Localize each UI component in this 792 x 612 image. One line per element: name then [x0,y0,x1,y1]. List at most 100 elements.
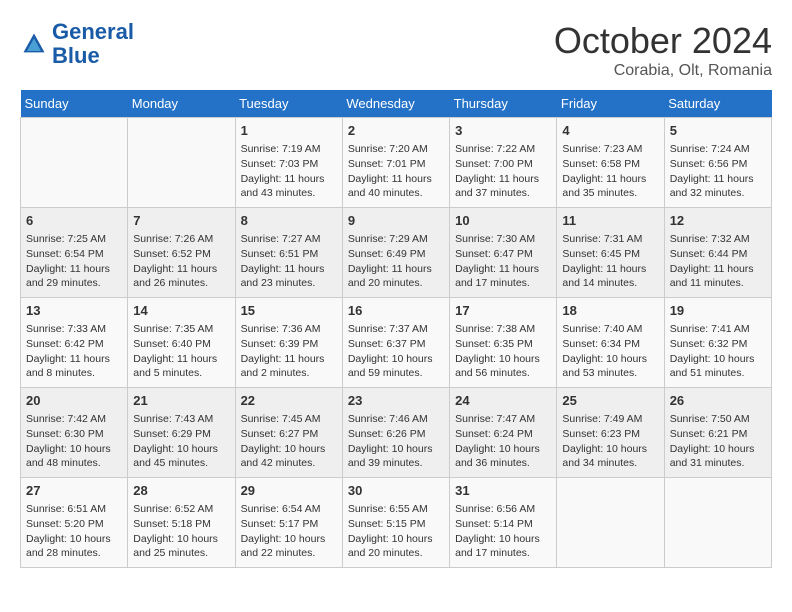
day-number: 9 [348,212,444,230]
cell-content: Sunrise: 7:25 AM Sunset: 6:54 PM Dayligh… [26,232,122,291]
day-number: 8 [241,212,337,230]
calendar-cell: 27 Sunrise: 6:51 AM Sunset: 5:20 PM Dayli… [21,478,128,568]
page-header: General Blue October 2024 Corabia, Olt, … [20,20,772,80]
day-number: 3 [455,122,551,140]
cell-content: Sunrise: 7:23 AM Sunset: 6:58 PM Dayligh… [562,142,658,201]
weekday-header: Tuesday [235,90,342,118]
calendar-week-row: 1 Sunrise: 7:19 AM Sunset: 7:03 PM Daylig… [21,118,772,208]
day-number: 27 [26,482,122,500]
logo: General Blue [20,20,134,68]
calendar-cell: 9 Sunrise: 7:29 AM Sunset: 6:49 PM Daylig… [342,208,449,298]
weekday-header: Wednesday [342,90,449,118]
cell-content: Sunrise: 7:42 AM Sunset: 6:30 PM Dayligh… [26,412,122,471]
calendar-cell: 24Sunrise: 7:47 AM Sunset: 6:24 PM Dayli… [450,388,557,478]
calendar-cell: 18 Sunrise: 7:40 AM Sunset: 6:34 PM Dayli… [557,298,664,388]
calendar-cell: 3Sunrise: 7:22 AM Sunset: 7:00 PM Daylig… [450,118,557,208]
weekday-header: Monday [128,90,235,118]
day-number: 1 [241,122,337,140]
weekday-header: Saturday [664,90,771,118]
day-number: 19 [670,302,766,320]
cell-content: Sunrise: 7:33 AM Sunset: 6:42 PM Dayligh… [26,322,122,381]
cell-content: Sunrise: 7:24 AM Sunset: 6:56 PM Dayligh… [670,142,766,201]
cell-content: Sunrise: 6:54 AM Sunset: 5:17 PM Dayligh… [241,502,337,561]
calendar-week-row: 20Sunrise: 7:42 AM Sunset: 6:30 PM Dayli… [21,388,772,478]
cell-content: Sunrise: 7:45 AM Sunset: 6:27 PM Dayligh… [241,412,337,471]
calendar-cell: 7Sunrise: 7:26 AM Sunset: 6:52 PM Daylig… [128,208,235,298]
calendar-cell: 1 Sunrise: 7:19 AM Sunset: 7:03 PM Daylig… [235,118,342,208]
cell-content: Sunrise: 6:56 AM Sunset: 5:14 PM Dayligh… [455,502,551,561]
cell-content: Sunrise: 7:20 AM Sunset: 7:01 PM Dayligh… [348,142,444,201]
cell-content: Sunrise: 7:46 AM Sunset: 6:26 PM Dayligh… [348,412,444,471]
day-number: 21 [133,392,229,410]
cell-content: Sunrise: 6:52 AM Sunset: 5:18 PM Dayligh… [133,502,229,561]
calendar-cell: 11Sunrise: 7:31 AM Sunset: 6:45 PM Dayli… [557,208,664,298]
calendar-cell: 29 Sunrise: 6:54 AM Sunset: 5:17 PM Dayli… [235,478,342,568]
calendar-cell: 10 Sunrise: 7:30 AM Sunset: 6:47 PM Dayli… [450,208,557,298]
calendar-cell [557,478,664,568]
cell-content: Sunrise: 7:29 AM Sunset: 6:49 PM Dayligh… [348,232,444,291]
cell-content: Sunrise: 7:37 AM Sunset: 6:37 PM Dayligh… [348,322,444,381]
day-number: 29 [241,482,337,500]
cell-content: Sunrise: 6:51 AM Sunset: 5:20 PM Dayligh… [26,502,122,561]
cell-content: Sunrise: 7:40 AM Sunset: 6:34 PM Dayligh… [562,322,658,381]
calendar-week-row: 6Sunrise: 7:25 AM Sunset: 6:54 PM Daylig… [21,208,772,298]
logo-text: General Blue [52,20,134,68]
weekday-header: Sunday [21,90,128,118]
calendar-cell: 16 Sunrise: 7:37 AM Sunset: 6:37 PM Dayli… [342,298,449,388]
calendar-cell: 20Sunrise: 7:42 AM Sunset: 6:30 PM Dayli… [21,388,128,478]
calendar-cell: 23 Sunrise: 7:46 AM Sunset: 6:26 PM Dayli… [342,388,449,478]
day-number: 30 [348,482,444,500]
calendar-cell: 15 Sunrise: 7:36 AM Sunset: 6:39 PM Dayli… [235,298,342,388]
calendar-cell: 13 Sunrise: 7:33 AM Sunset: 6:42 PM Dayli… [21,298,128,388]
cell-content: Sunrise: 7:27 AM Sunset: 6:51 PM Dayligh… [241,232,337,291]
calendar-cell: 30 Sunrise: 6:55 AM Sunset: 5:15 PM Dayli… [342,478,449,568]
cell-content: Sunrise: 7:38 AM Sunset: 6:35 PM Dayligh… [455,322,551,381]
day-number: 16 [348,302,444,320]
title-block: October 2024 Corabia, Olt, Romania [554,20,772,80]
calendar-cell: 31 Sunrise: 6:56 AM Sunset: 5:14 PM Dayli… [450,478,557,568]
cell-content: Sunrise: 7:30 AM Sunset: 6:47 PM Dayligh… [455,232,551,291]
calendar-cell [664,478,771,568]
month-title: October 2024 [554,20,772,62]
calendar-cell: 14 Sunrise: 7:35 AM Sunset: 6:40 PM Dayli… [128,298,235,388]
calendar-cell: 19Sunrise: 7:41 AM Sunset: 6:32 PM Dayli… [664,298,771,388]
header-row: SundayMondayTuesdayWednesdayThursdayFrid… [21,90,772,118]
day-number: 23 [348,392,444,410]
calendar-cell: 28 Sunrise: 6:52 AM Sunset: 5:18 PM Dayli… [128,478,235,568]
day-number: 7 [133,212,229,230]
calendar-cell: 17Sunrise: 7:38 AM Sunset: 6:35 PM Dayli… [450,298,557,388]
day-number: 5 [670,122,766,140]
calendar-week-row: 13 Sunrise: 7:33 AM Sunset: 6:42 PM Dayli… [21,298,772,388]
day-number: 31 [455,482,551,500]
day-number: 13 [26,302,122,320]
calendar-week-row: 27 Sunrise: 6:51 AM Sunset: 5:20 PM Dayli… [21,478,772,568]
cell-content: Sunrise: 6:55 AM Sunset: 5:15 PM Dayligh… [348,502,444,561]
day-number: 15 [241,302,337,320]
day-number: 25 [562,392,658,410]
calendar-cell: 8 Sunrise: 7:27 AM Sunset: 6:51 PM Daylig… [235,208,342,298]
logo-icon [20,30,48,58]
cell-content: Sunrise: 7:43 AM Sunset: 6:29 PM Dayligh… [133,412,229,471]
day-number: 14 [133,302,229,320]
day-number: 18 [562,302,658,320]
cell-content: Sunrise: 7:32 AM Sunset: 6:44 PM Dayligh… [670,232,766,291]
day-number: 4 [562,122,658,140]
calendar-cell: 22Sunrise: 7:45 AM Sunset: 6:27 PM Dayli… [235,388,342,478]
cell-content: Sunrise: 7:50 AM Sunset: 6:21 PM Dayligh… [670,412,766,471]
calendar-cell: 25 Sunrise: 7:49 AM Sunset: 6:23 PM Dayli… [557,388,664,478]
calendar-cell: 2Sunrise: 7:20 AM Sunset: 7:01 PM Daylig… [342,118,449,208]
calendar-cell: 21 Sunrise: 7:43 AM Sunset: 6:29 PM Dayli… [128,388,235,478]
calendar-cell: 6Sunrise: 7:25 AM Sunset: 6:54 PM Daylig… [21,208,128,298]
calendar-cell: 5 Sunrise: 7:24 AM Sunset: 6:56 PM Daylig… [664,118,771,208]
weekday-header: Thursday [450,90,557,118]
cell-content: Sunrise: 7:31 AM Sunset: 6:45 PM Dayligh… [562,232,658,291]
cell-content: Sunrise: 7:35 AM Sunset: 6:40 PM Dayligh… [133,322,229,381]
location: Corabia, Olt, Romania [554,62,772,80]
logo-line1: General [52,19,134,44]
calendar-cell [21,118,128,208]
cell-content: Sunrise: 7:49 AM Sunset: 6:23 PM Dayligh… [562,412,658,471]
day-number: 28 [133,482,229,500]
day-number: 10 [455,212,551,230]
cell-content: Sunrise: 7:19 AM Sunset: 7:03 PM Dayligh… [241,142,337,201]
cell-content: Sunrise: 7:36 AM Sunset: 6:39 PM Dayligh… [241,322,337,381]
